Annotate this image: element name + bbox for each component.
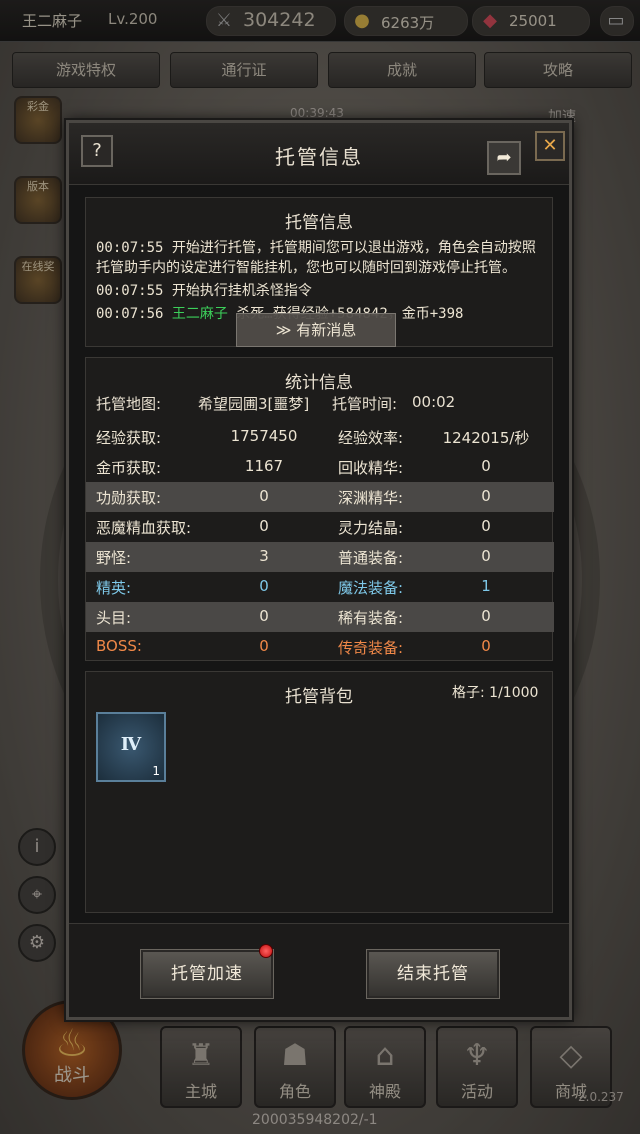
stats-row: 金币获取: 1167 回收精华: 0	[86, 452, 554, 482]
stat-value: 1757450	[230, 427, 298, 445]
stat-value: 0	[481, 517, 491, 535]
bag-item-slot[interactable]: Ⅳ 1	[96, 712, 166, 782]
stat-label: 回收精华:	[338, 459, 404, 477]
stat-label: 经验获取:	[96, 429, 162, 447]
notification-dot	[259, 944, 273, 958]
stat-value: 1167	[244, 457, 284, 475]
stat-value: 3	[259, 547, 269, 565]
stats-row: BOSS: 0 传奇装备: 0	[86, 632, 554, 662]
stat-label: 深渊精华:	[338, 489, 404, 507]
stat-label: 稀有装备:	[338, 609, 404, 627]
stat-value: 0	[259, 637, 269, 655]
stat-label: 恶魔精血获取:	[96, 519, 192, 537]
map-label: 托管地图:	[96, 395, 162, 413]
stat-label: 经验效率:	[338, 429, 404, 447]
stat-value: 0	[481, 487, 491, 505]
stat-value: 0	[259, 607, 269, 625]
log-entry: 00:07:55 开始进行托管，托管期间您可以退出游戏，角色会自动按照托管助手内…	[96, 240, 536, 276]
stat-label: BOSS:	[96, 637, 142, 655]
stat-label: 野怪:	[96, 549, 132, 567]
stat-value: 1242015/秒	[442, 429, 530, 447]
stat-value: 0	[481, 637, 491, 655]
share-icon[interactable]: ➦	[487, 141, 521, 175]
duration-label: 托管时间:	[332, 395, 398, 413]
bag-panel: 托管背包 格子: 1/1000 Ⅳ 1	[85, 671, 553, 913]
log-entry: 00:07:55 开始执行挂机杀怪指令	[96, 283, 312, 299]
stat-label: 金币获取:	[96, 459, 162, 477]
stat-label: 传奇装备:	[338, 639, 404, 657]
stat-value: 0	[481, 547, 491, 565]
dialog-header: ? 托管信息 ➦	[69, 123, 569, 185]
stats-row: 恶魔精血获取: 0 灵力结晶: 0	[86, 512, 554, 542]
item-count: 1	[152, 764, 160, 778]
stat-label: 普通装备:	[338, 549, 404, 567]
stat-label: 头目:	[96, 609, 132, 627]
stat-value: 0	[481, 607, 491, 625]
end-auto-battle-button[interactable]: 结束托管	[366, 949, 500, 999]
stat-label: 魔法装备:	[338, 579, 404, 597]
bag-capacity: 格子: 1/1000	[452, 685, 539, 701]
new-message-button[interactable]: ≫ 有新消息	[236, 313, 396, 347]
log-panel-title: 托管信息	[285, 213, 353, 233]
stat-value: 1	[481, 577, 491, 595]
stat-label: 灵力结晶:	[338, 519, 404, 537]
stat-value: 0	[481, 457, 491, 475]
stats-map-row: 托管地图: 希望园圃3[噩梦] 托管时间: 00:02	[86, 388, 554, 418]
stats-row: 功勋获取: 0 深渊精华: 0	[86, 482, 554, 512]
stats-row: 野怪: 3 普通装备: 0	[86, 542, 554, 572]
stat-value: 0	[259, 517, 269, 535]
stats-row: 经验获取: 1757450 经验效率: 1242015/秒	[86, 422, 554, 452]
close-button[interactable]: ✕	[535, 131, 565, 161]
chevron-down-icon: ≫	[275, 321, 292, 339]
stat-label: 精英:	[96, 579, 132, 597]
auto-battle-dialog: ? 托管信息 ➦ ✕ 托管信息 00:07:55 开始进行托管，托管期间您可以退…	[66, 120, 572, 1020]
duration-value: 00:02	[412, 393, 456, 411]
map-value: 希望园圃3[噩梦]	[198, 395, 310, 413]
equipment-rank-icon: Ⅳ	[120, 734, 142, 755]
stats-panel: 统计信息 托管地图: 希望园圃3[噩梦] 托管时间: 00:02 经验获取: 17…	[85, 357, 554, 662]
speedup-button[interactable]: 托管加速	[140, 949, 274, 999]
stats-row: 精英: 0 魔法装备: 1	[86, 572, 554, 602]
stat-value: 0	[259, 487, 269, 505]
stat-value: 0	[259, 577, 269, 595]
dialog-footer: 托管加速 结束托管	[69, 923, 569, 1017]
stats-row: 头目: 0 稀有装备: 0	[86, 602, 554, 632]
stat-label: 功勋获取:	[96, 489, 162, 507]
